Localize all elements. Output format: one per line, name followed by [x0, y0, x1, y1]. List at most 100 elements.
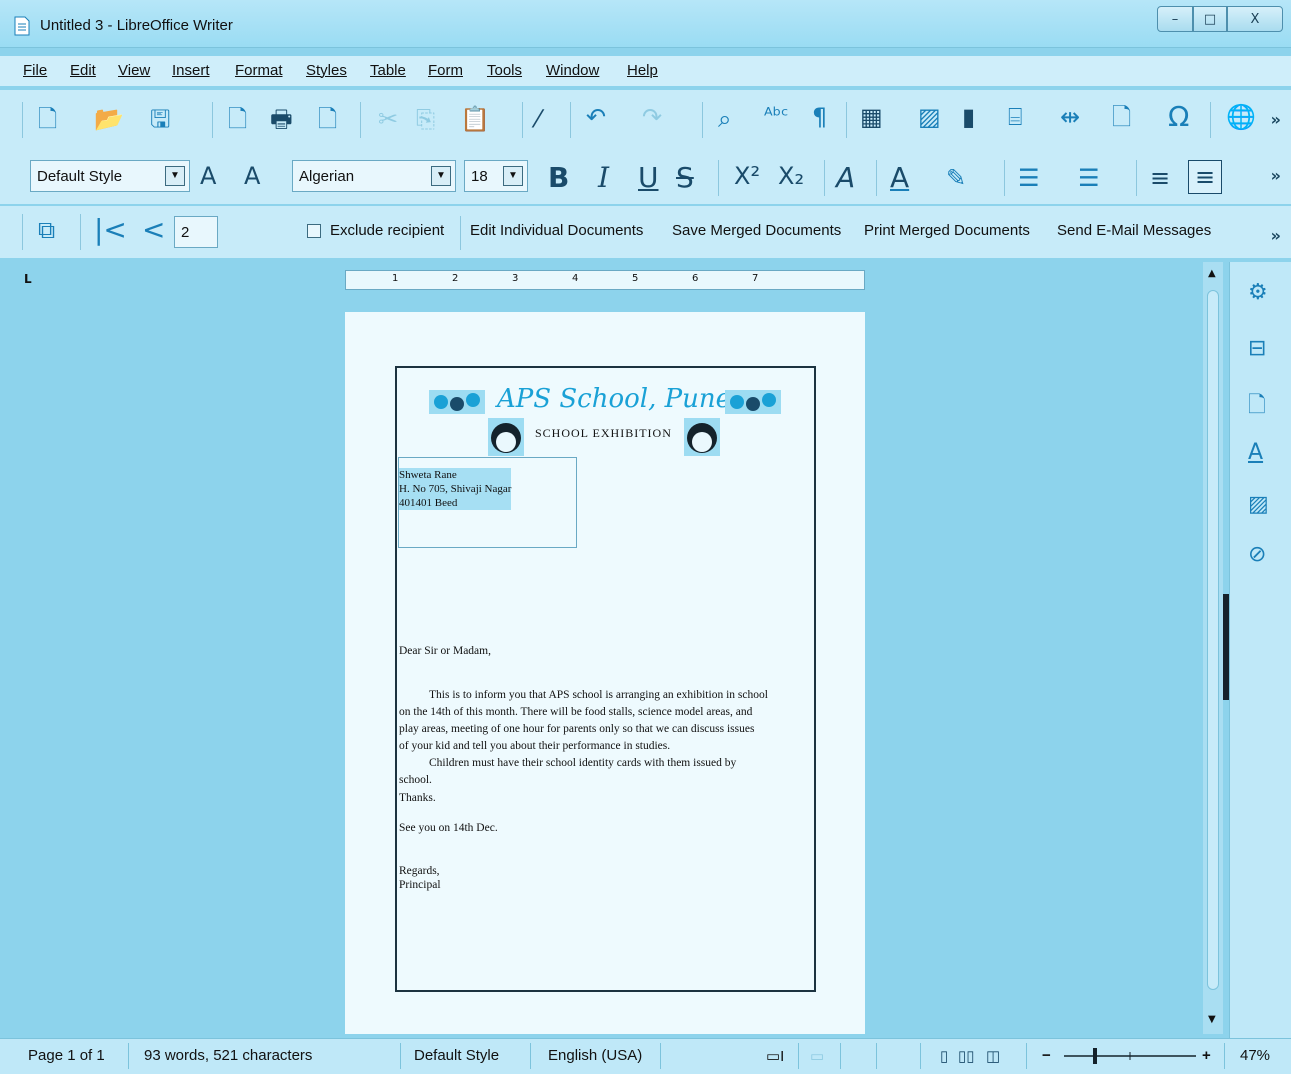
- redo-icon[interactable]: ↷: [642, 105, 662, 129]
- gallery-icon[interactable]: ▨: [1248, 492, 1269, 517]
- undo-icon[interactable]: ↶: [586, 105, 606, 129]
- align-center-icon[interactable]: ≡: [1188, 160, 1223, 194]
- edit-individual-documents-button[interactable]: Edit Individual Documents: [470, 222, 643, 239]
- book-view-icon[interactable]: ◫: [986, 1047, 1000, 1065]
- print-merged-documents-button[interactable]: Print Merged Documents: [864, 222, 1030, 239]
- font-color-icon[interactable]: A: [890, 164, 909, 192]
- cut-icon[interactable]: ✂: [378, 107, 398, 131]
- close-button[interactable]: X: [1227, 6, 1283, 32]
- single-page-view-icon[interactable]: ▯: [940, 1047, 948, 1065]
- body-line[interactable]: Children must have their school identity…: [429, 756, 736, 770]
- spelling-icon[interactable]: ᴬᵇᶜ: [764, 105, 789, 125]
- school-name[interactable]: APS School, Pune: [497, 384, 731, 414]
- formatting-marks-icon[interactable]: ¶: [812, 105, 827, 129]
- horizontal-ruler[interactable]: 1 2 3 4 5 6 7: [345, 270, 865, 290]
- page-break-icon[interactable]: ⇹: [1060, 105, 1080, 129]
- print-icon[interactable]: 🖶: [270, 107, 293, 131]
- menu-table[interactable]: Table: [370, 62, 406, 79]
- language[interactable]: English (USA): [548, 1047, 642, 1064]
- scroll-thumb[interactable]: [1207, 290, 1219, 990]
- see-you-line[interactable]: See you on 14th Dec.: [399, 821, 498, 835]
- update-style-icon[interactable]: A: [200, 164, 216, 188]
- insert-table-icon[interactable]: ▦: [860, 105, 883, 129]
- new-document-icon[interactable]: 🗋: [38, 107, 57, 131]
- paragraph-style-combo[interactable]: Default Style ▼: [30, 160, 190, 192]
- menu-insert[interactable]: Insert: [172, 62, 210, 79]
- body-line[interactable]: play areas, meeting of one hour for pare…: [399, 722, 754, 736]
- menu-file[interactable]: File: [23, 62, 47, 79]
- export-pdf-icon[interactable]: 🗋: [228, 107, 247, 131]
- maximize-button[interactable]: □: [1193, 6, 1227, 32]
- superscript-button[interactable]: X²: [734, 164, 760, 188]
- new-style-icon[interactable]: A: [244, 164, 260, 188]
- body-line[interactable]: This is to inform you that APS school is…: [429, 688, 768, 702]
- insert-image-icon[interactable]: ▨: [918, 105, 941, 129]
- thanks-line[interactable]: Thanks.: [399, 791, 436, 805]
- address-block[interactable]: Shweta Rane H. No 705, Shivaji Nagar 401…: [399, 468, 512, 510]
- salutation[interactable]: Dear Sir or Madam,: [399, 644, 491, 658]
- bold-button[interactable]: B: [548, 164, 569, 192]
- zoom-out-icon[interactable]: −: [1042, 1047, 1051, 1064]
- open-icon[interactable]: 📂: [94, 107, 124, 131]
- subscript-button[interactable]: X₂: [778, 164, 804, 188]
- underline-button[interactable]: U: [638, 164, 659, 192]
- menu-help[interactable]: Help: [627, 62, 658, 79]
- insert-mode-icon[interactable]: ▭I: [766, 1047, 784, 1065]
- navigator-icon[interactable]: ⊘: [1248, 542, 1266, 567]
- chevron-down-icon[interactable]: ▼: [431, 166, 451, 186]
- hyperlink-icon[interactable]: 🌐: [1226, 105, 1256, 129]
- strikethrough-button[interactable]: S: [676, 164, 694, 192]
- record-number-field[interactable]: 2: [174, 216, 218, 248]
- scroll-down-icon[interactable]: ▼: [1208, 1014, 1216, 1025]
- chevron-down-icon[interactable]: ▼: [165, 166, 185, 186]
- body-line[interactable]: school.: [399, 773, 432, 787]
- clone-format-icon[interactable]: ⁄: [536, 107, 540, 131]
- page-icon[interactable]: 🗋: [1248, 388, 1266, 426]
- menu-format[interactable]: Format: [235, 62, 283, 79]
- menu-edit[interactable]: Edit: [70, 62, 96, 79]
- font-size-combo[interactable]: 18 ▼: [464, 160, 528, 192]
- copy-icon[interactable]: ⎘: [416, 107, 435, 131]
- menu-styles[interactable]: Styles: [306, 62, 347, 79]
- insert-textbox-icon[interactable]: ⌸: [1008, 105, 1022, 129]
- first-record-icon[interactable]: |<: [94, 216, 127, 244]
- font-icon[interactable]: A: [1248, 440, 1263, 465]
- find-replace-icon[interactable]: ⌕: [718, 107, 731, 131]
- insert-chart-icon[interactable]: ▮: [962, 105, 975, 129]
- properties-icon[interactable]: ⚙: [1248, 280, 1268, 305]
- send-email-messages-button[interactable]: Send E-Mail Messages: [1057, 222, 1211, 239]
- more-toolbar-icon[interactable]: »: [1271, 110, 1281, 129]
- chevron-down-icon[interactable]: ▼: [503, 166, 523, 186]
- menu-view[interactable]: View: [118, 62, 150, 79]
- menu-form[interactable]: Form: [428, 62, 463, 79]
- zoom-level[interactable]: 47%: [1240, 1047, 1270, 1064]
- more-mailmerge-icon[interactable]: »: [1271, 226, 1281, 245]
- highlighting-color-icon[interactable]: ✎: [946, 166, 966, 190]
- minimize-button[interactable]: –: [1157, 6, 1193, 32]
- scroll-up-icon[interactable]: ▲: [1208, 268, 1216, 279]
- body-line[interactable]: on the 14th of this month. There will be…: [399, 705, 752, 719]
- more-formatting-icon[interactable]: »: [1271, 166, 1281, 185]
- styles-icon[interactable]: ⊟: [1248, 336, 1266, 361]
- print-preview-icon[interactable]: 🗋: [318, 107, 337, 131]
- zoom-in-icon[interactable]: +: [1202, 1047, 1211, 1064]
- multi-page-view-icon[interactable]: ▯▯: [958, 1047, 975, 1065]
- font-name-combo[interactable]: Algerian ▼: [292, 160, 456, 192]
- save-merged-documents-button[interactable]: Save Merged Documents: [672, 222, 841, 239]
- exclude-recipient-checkbox[interactable]: [307, 224, 321, 238]
- bullet-list-icon[interactable]: ☰: [1018, 166, 1040, 190]
- exhibition-subtitle[interactable]: SCHOOL EXHIBITION: [535, 426, 672, 441]
- align-left-icon[interactable]: ≡: [1150, 166, 1170, 190]
- zoom-slider[interactable]: [1062, 1045, 1198, 1067]
- paste-icon[interactable]: 📋: [460, 107, 490, 131]
- address-block-icon[interactable]: ⧉: [38, 218, 55, 242]
- menu-tools[interactable]: Tools: [487, 62, 522, 79]
- regards-line[interactable]: Regards,: [399, 864, 440, 878]
- exclude-recipient-label[interactable]: Exclude recipient: [330, 222, 444, 239]
- body-line[interactable]: of your kid and tell you about their per…: [399, 739, 670, 753]
- page-count[interactable]: Page 1 of 1: [28, 1047, 105, 1064]
- numbered-list-icon[interactable]: ☰: [1078, 166, 1100, 190]
- page-style[interactable]: Default Style: [414, 1047, 499, 1064]
- menu-window[interactable]: Window: [546, 62, 599, 79]
- italic-button[interactable]: I: [598, 164, 609, 192]
